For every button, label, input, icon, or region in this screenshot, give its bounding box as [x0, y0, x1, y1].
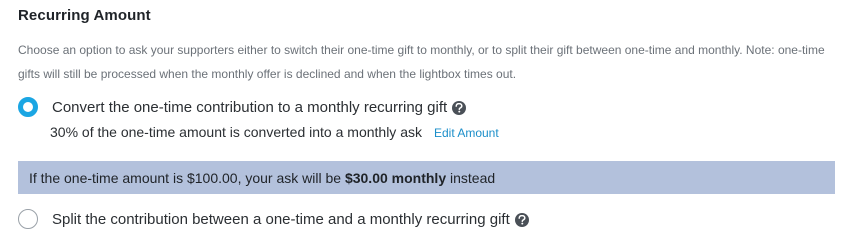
question-circle-icon[interactable] — [452, 100, 467, 115]
radio-split-contribution[interactable] — [18, 209, 38, 229]
radio-convert-monthly[interactable] — [18, 97, 38, 117]
option-split-contribution[interactable]: Split the contribution between a one-tim… — [18, 209, 529, 229]
edit-amount-link[interactable]: Edit Amount — [434, 126, 499, 140]
option-convert-monthly-label: Convert the one-time contribution to a m… — [52, 98, 448, 116]
option-convert-monthly[interactable]: Convert the one-time contribution to a m… — [18, 97, 467, 117]
banner-suffix: instead — [450, 169, 496, 186]
conversion-detail-text: 30% of the one-time amount is converted … — [50, 124, 422, 140]
question-circle-icon[interactable] — [514, 212, 529, 227]
banner-emphasis: $30.00 monthly — [344, 169, 447, 186]
conversion-detail-row: 30% of the one-time amount is converted … — [50, 124, 499, 140]
section-title: Recurring Amount — [18, 7, 151, 24]
option-split-contribution-label: Split the contribution between a one-tim… — [52, 210, 510, 228]
section-description: Choose an option to ask your supporters … — [18, 43, 825, 81]
example-info-banner: If the one-time amount is $100.00, your … — [18, 161, 835, 194]
banner-prefix: If the one-time amount is $100.00, your … — [29, 169, 342, 186]
